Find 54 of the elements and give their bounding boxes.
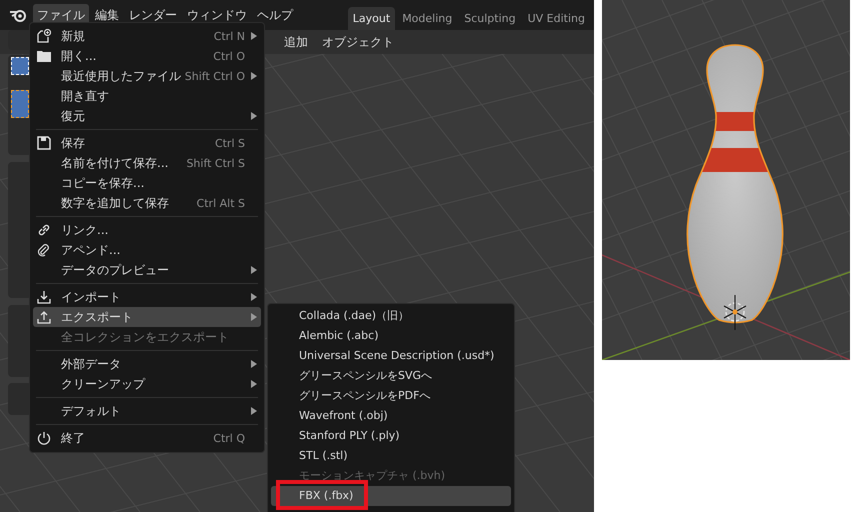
menu-option[interactable]: 新規 Ctrl N [33,26,261,46]
workspace-tab[interactable]: Sculpting [459,6,521,30]
link-icon [37,223,51,237]
menu-option[interactable]: データのプレビュー [33,260,261,280]
menu-option[interactable]: 名前を付けて保存... Shift Ctrl S [33,153,261,173]
menu-option[interactable]: グリースペンシルをSVGへ [271,366,511,386]
menu-option[interactable]: 保存 Ctrl S [33,133,261,153]
menu-option[interactable]: Collada (.dae)（旧） [271,306,511,326]
menu-option[interactable]: STL (.stl) [271,446,511,466]
shortcut-text: Ctrl O [213,50,245,62]
menu-option[interactable]: 開く... Ctrl O [33,46,261,66]
app-logo-icon[interactable] [9,8,27,22]
menu-option[interactable]: 終了 Ctrl Q [33,428,261,448]
menu-item[interactable]: レンダー [125,4,181,26]
menu-option[interactable]: FBX (.fbx) [271,486,511,506]
shortcut-text: Ctrl Alt S [196,196,245,210]
menu-option[interactable]: インポート [33,287,261,307]
save-icon [37,136,51,150]
menu-option[interactable]: デフォルト [33,401,261,421]
workspace-tab[interactable]: Modeling [397,6,458,30]
menu-option[interactable]: Wavefront (.obj) [271,406,511,426]
menu-option[interactable]: リンク... [33,220,261,240]
shortcut-text: Ctrl N [214,30,245,42]
new-file-icon [37,29,51,43]
menu-option[interactable]: アペンド... [33,240,261,260]
menu-option[interactable]: 数字を追加して保存 Ctrl Alt S [33,193,261,213]
menu-option[interactable]: Stanford PLY (.ply) [271,426,511,446]
menu-option[interactable]: コピーを保存... [33,173,261,193]
menu-option[interactable]: 外部データ [33,354,261,374]
workspace-tab[interactable]: Layout [348,6,396,30]
menu-option[interactable]: 開き直す [33,86,261,106]
paperclip-icon [37,243,51,257]
select-box-icon[interactable] [11,57,29,75]
shortcut-text: Ctrl Q [213,432,245,444]
workspace-tab[interactable]: UV Editing [522,6,590,30]
menu-option[interactable]: 復元 [33,106,261,126]
menu-item[interactable]: 編集 [91,4,123,26]
header-menu[interactable]: 追加 [278,32,314,52]
menu-option[interactable]: クリーンアップ [33,374,261,394]
menu-option[interactable]: Alembic (.abc) [271,326,511,346]
menu-option[interactable]: 最近使用したファイル Shift Ctrl O [33,66,261,86]
import-icon [37,290,51,304]
shortcut-text: Shift Ctrl S [186,156,245,170]
menu-option[interactable]: エクスポート [33,307,261,327]
export-icon [37,310,51,324]
header-menu[interactable]: オブジェクト [316,32,400,52]
shortcut-text: Shift Ctrl O [184,70,245,82]
folder-icon [37,50,51,62]
shortcut-text: Ctrl S [214,136,245,150]
menu-option[interactable]: グリースペンシルをPDFへ [271,386,511,406]
menu-item[interactable]: ウィンドウ [183,4,251,26]
menu-item[interactable]: ヘルプ [253,4,297,26]
power-icon [37,431,51,445]
menu-option[interactable]: Universal Scene Description (.usd*) [271,346,511,366]
